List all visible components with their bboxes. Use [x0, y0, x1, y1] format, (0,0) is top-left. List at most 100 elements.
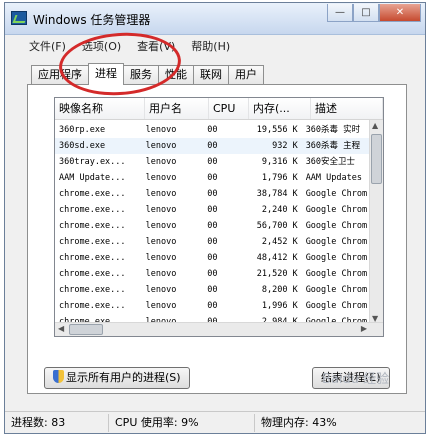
menu-options[interactable]: 选项(O) [82, 38, 121, 54]
cell-memory: 2,240 K [261, 205, 298, 215]
cell-user-name: lenovo [145, 205, 177, 215]
table-row[interactable]: chrome.exe... lenovo 00 2,452 K Google Chrom [55, 234, 371, 250]
tab-performance[interactable]: 性能 [158, 65, 194, 85]
cell-description: Google Chrom [305, 221, 368, 231]
cell-description: Google Chrom [305, 189, 368, 199]
cell-memory: 2,452 K [261, 237, 298, 247]
cell-cpu: 00 [207, 221, 218, 231]
cell-image-name: chrome.exe... [59, 269, 126, 279]
cell-user-name: lenovo [145, 141, 177, 151]
cell-memory: 56,700 K [256, 221, 298, 231]
process-list-body: 360rp.exe lenovo 00 19,556 K 360杀毒 实时 360sd.e… [55, 122, 371, 336]
column-memory[interactable]: 内存(... [249, 98, 311, 119]
status-process-count: 进程数: 83 [5, 413, 109, 432]
table-row[interactable]: 360rp.exe lenovo 00 19,556 K 360杀毒 实时 [55, 122, 371, 138]
show-all-users-label: 显示所有用户的进程(S) [66, 371, 181, 384]
status-bar: 进程数: 83 CPU 使用率: 9% 物理内存: 43% [5, 411, 425, 433]
close-button[interactable]: ✕ [379, 4, 421, 22]
tab-networking[interactable]: 联网 [193, 65, 229, 85]
cell-image-name: chrome.exe... [59, 253, 126, 263]
cell-user-name: lenovo [145, 125, 177, 135]
table-row[interactable]: 360tray.ex... lenovo 00 9,316 K 360安全卫士 [55, 154, 371, 170]
scroll-up-icon[interactable]: ▲ [372, 121, 378, 130]
table-row[interactable]: chrome.exe... lenovo 00 38,784 K Google Chro… [55, 186, 371, 202]
cell-cpu: 00 [207, 141, 218, 151]
table-row[interactable]: AAM Update... lenovo 00 1,796 K AAM Updates [55, 170, 371, 186]
table-row[interactable]: chrome.exe... lenovo 00 21,520 K Google Chro… [55, 266, 371, 282]
cell-cpu: 00 [207, 125, 218, 135]
window-title: Windows 任务管理器 [33, 13, 151, 27]
cell-description: Google Chrom [305, 205, 368, 215]
column-description[interactable]: 描述 [311, 98, 383, 119]
cell-memory: 19,556 K [256, 125, 298, 135]
cell-memory: 38,784 K [256, 189, 298, 199]
menu-bar: 文件(F) 选项(O) 查看(V) 帮助(H) [5, 36, 425, 56]
process-list-header: 映像名称 用户名 CPU 内存(... 描述 [55, 98, 383, 120]
cell-description: 360安全卫士 [305, 157, 356, 167]
cell-memory: 932 K [272, 141, 298, 151]
scroll-right-icon[interactable]: ▶ [361, 324, 367, 333]
tab-services[interactable]: 服务 [123, 65, 159, 85]
cell-image-name: 360rp.exe [59, 125, 106, 135]
cell-user-name: lenovo [145, 301, 177, 311]
table-row[interactable]: chrome.exe... lenovo 00 48,412 K Google Chro… [55, 250, 371, 266]
cell-memory: 21,520 K [256, 269, 298, 279]
cell-cpu: 00 [207, 253, 218, 263]
cell-user-name: lenovo [145, 173, 177, 183]
cell-image-name: 360sd.exe [59, 141, 106, 151]
cell-cpu: 00 [207, 269, 218, 279]
cell-cpu: 00 [207, 205, 218, 215]
cell-cpu: 00 [207, 173, 218, 183]
cell-user-name: lenovo [145, 221, 177, 231]
cell-memory: 9,316 K [261, 157, 298, 167]
cell-user-name: lenovo [145, 269, 177, 279]
minimize-button[interactable]: — [327, 4, 353, 22]
title-bar[interactable]: Windows 任务管理器 — □ ✕ [5, 3, 425, 35]
cell-user-name: lenovo [145, 157, 177, 167]
cell-memory: 1,996 K [261, 301, 298, 311]
cell-cpu: 00 [207, 285, 218, 295]
cell-cpu: 00 [207, 157, 218, 167]
cell-image-name: 360tray.ex... [59, 157, 126, 167]
cell-user-name: lenovo [145, 189, 177, 199]
status-physical-memory: 物理内存: 43% [261, 415, 337, 429]
menu-file[interactable]: 文件(F) [29, 38, 66, 54]
table-row[interactable]: 360sd.exe lenovo 00 932 K 360杀毒 主程 [55, 138, 371, 154]
tab-applications[interactable]: 应用程序 [31, 65, 89, 85]
cell-description: Google Chrom [305, 285, 368, 295]
column-image-name[interactable]: 映像名称 [55, 98, 145, 119]
tab-users[interactable]: 用户 [228, 65, 264, 85]
cell-memory: 48,412 K [256, 253, 298, 263]
process-list[interactable]: 映像名称 用户名 CPU 内存(... 描述 360rp.exe lenovo 00… [54, 97, 384, 337]
menu-help[interactable]: 帮助(H) [191, 38, 230, 54]
tab-processes[interactable]: 进程 [88, 63, 124, 85]
cell-image-name: chrome.exe... [59, 205, 126, 215]
cell-user-name: lenovo [145, 237, 177, 247]
show-all-users-button[interactable]: 显示所有用户的进程(S) [44, 367, 190, 389]
table-row[interactable]: chrome.exe... lenovo 00 2,240 K Google Chrom [55, 202, 371, 218]
table-row[interactable]: chrome.exe... lenovo 00 56,700 K Google Chro… [55, 218, 371, 234]
tab-strip: 应用程序 进程 服务 性能 联网 用户 [31, 63, 264, 85]
maximize-button[interactable]: □ [353, 4, 379, 22]
cell-description: Google Chrom [305, 253, 368, 263]
cell-image-name: chrome.exe... [59, 237, 126, 247]
cell-user-name: lenovo [145, 253, 177, 263]
table-row[interactable]: chrome.exe... lenovo 00 1,996 K Google Chrom [55, 298, 371, 314]
vertical-scroll-thumb[interactable] [371, 134, 382, 184]
cell-image-name: chrome.exe... [59, 301, 126, 311]
menu-view[interactable]: 查看(V) [137, 38, 175, 54]
cell-description: Google Chrom [305, 237, 368, 247]
cell-description: 360杀毒 主程 [305, 141, 361, 151]
vertical-scrollbar[interactable]: ▲ ▼ [369, 120, 383, 324]
cell-image-name: chrome.exe... [59, 221, 126, 231]
cell-image-name: chrome.exe... [59, 285, 126, 295]
cell-description: AAM Updates [305, 173, 362, 183]
processes-panel: 映像名称 用户名 CPU 内存(... 描述 360rp.exe lenovo 00… [27, 84, 407, 394]
table-row[interactable]: chrome.exe... lenovo 00 8,200 K Google Chrom [55, 282, 371, 298]
column-user-name[interactable]: 用户名 [145, 98, 209, 119]
scroll-left-icon[interactable]: ◀ [58, 324, 64, 333]
horizontal-scroll-thumb[interactable] [69, 324, 103, 335]
column-cpu[interactable]: CPU [209, 98, 249, 119]
horizontal-scrollbar[interactable]: ◀ ▶ [55, 322, 383, 336]
cell-cpu: 00 [207, 237, 218, 247]
